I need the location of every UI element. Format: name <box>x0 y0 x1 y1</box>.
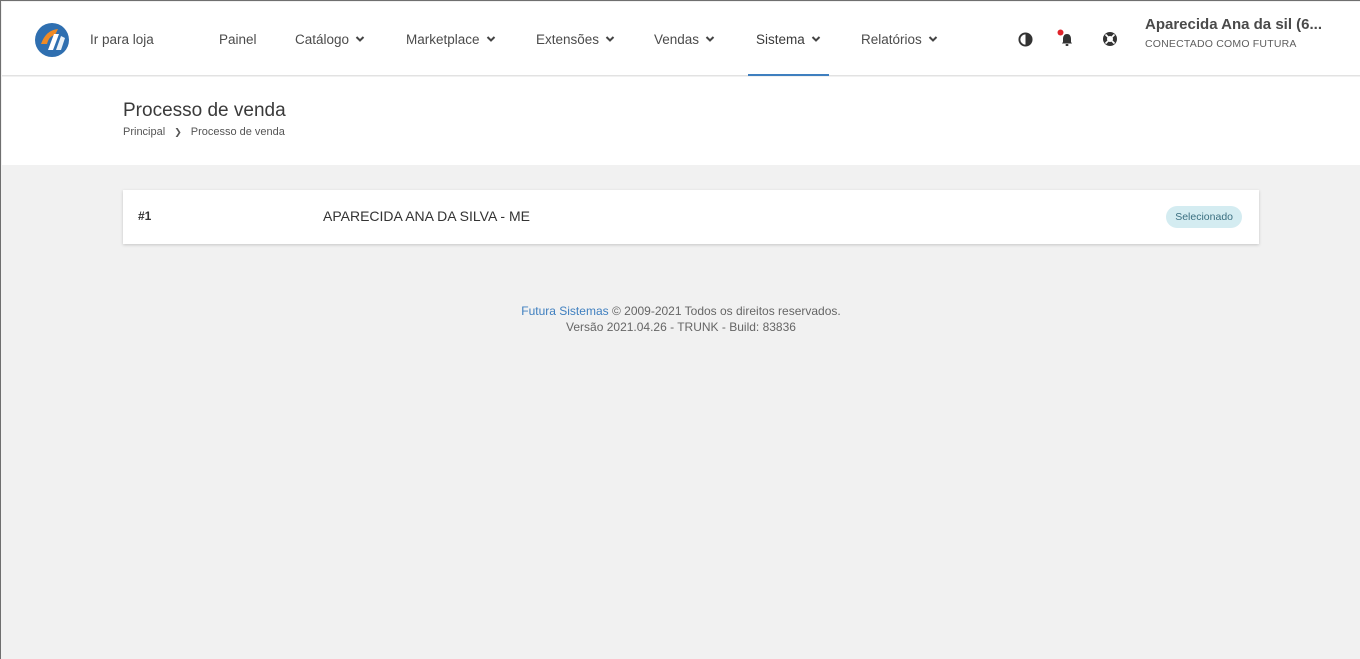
nav-vendas[interactable]: Vendas <box>654 2 715 76</box>
nav-label: Painel <box>219 31 257 47</box>
nav-label: Sistema <box>756 31 805 47</box>
notifications-button[interactable] <box>1057 29 1077 49</box>
chevron-down-icon <box>705 36 715 42</box>
nav-label: Ir para loja <box>90 31 154 47</box>
user-menu[interactable]: Aparecida Ana da sil (6... CONECTADO COM… <box>1145 16 1357 50</box>
futura-logo-icon[interactable] <box>34 22 70 58</box>
version-text: Versão 2021.04.26 - TRUNK - Build: 83836 <box>566 320 796 334</box>
company-name: APARECIDA ANA DA SILVA - ME <box>323 208 530 224</box>
company-link[interactable]: Futura Sistemas <box>521 304 608 318</box>
chevron-down-icon <box>355 36 365 42</box>
chevron-down-icon <box>605 36 615 42</box>
sales-process-card[interactable]: #1 APARECIDA ANA DA SILVA - ME Seleciona… <box>123 190 1259 244</box>
user-role: CONECTADO COMO FUTURA <box>1145 38 1297 50</box>
user-name: Aparecida Ana da sil (6... <box>1145 16 1323 33</box>
nav-catalogo[interactable]: Catálogo <box>295 2 365 76</box>
card-number: #1 <box>138 209 152 223</box>
nav-ir-para-loja[interactable]: Ir para loja <box>90 2 154 76</box>
chevron-down-icon <box>928 36 937 42</box>
help-button[interactable] <box>1100 29 1120 49</box>
notification-dot <box>1057 29 1064 36</box>
breadcrumb-current: Processo de venda <box>190 126 285 138</box>
contrast-icon <box>1017 31 1033 47</box>
help-icon <box>1103 32 1117 46</box>
top-navbar: Ir para loja Painel Catálogo Marketplace… <box>2 2 1360 76</box>
copyright-text: © 2009-2021 Todos os direitos reservados… <box>611 304 841 318</box>
nav-label: Relatórios <box>861 31 922 47</box>
chevron-down-icon <box>486 36 495 42</box>
nav-marketplace[interactable]: Marketplace <box>406 2 496 76</box>
footer: Futura Sistemas © 2009-2021 Todos os dir… <box>1 303 1360 335</box>
status-badge: Selecionado <box>1166 206 1242 228</box>
breadcrumb-principal[interactable]: Principal <box>123 126 165 138</box>
contrast-button[interactable] <box>1015 29 1035 49</box>
nav-label: Vendas <box>654 31 700 47</box>
footer-copyright-line: Futura Sistemas © 2009-2021 Todos os dir… <box>1 303 1360 319</box>
page-title: Processo de venda <box>123 100 286 121</box>
nav-sistema[interactable]: Sistema <box>748 2 829 76</box>
bell-icon <box>1057 29 1072 46</box>
chevron-right-icon: ❯ <box>174 126 182 137</box>
nav-relatorios[interactable]: Relatórios <box>861 2 938 76</box>
app-frame: Ir para loja Painel Catálogo Marketplace… <box>0 0 1360 659</box>
page-header: Processo de venda Principal ❯ Processo d… <box>2 77 1360 165</box>
nav-label: Catálogo <box>295 31 350 47</box>
breadcrumb: Principal ❯ Processo de venda <box>123 126 285 138</box>
chevron-down-icon <box>811 36 820 42</box>
nav-label: Extensões <box>536 31 600 47</box>
nav-painel[interactable]: Painel <box>219 2 257 76</box>
nav-extensoes[interactable]: Extensões <box>536 2 615 76</box>
nav-label: Marketplace <box>406 31 480 47</box>
